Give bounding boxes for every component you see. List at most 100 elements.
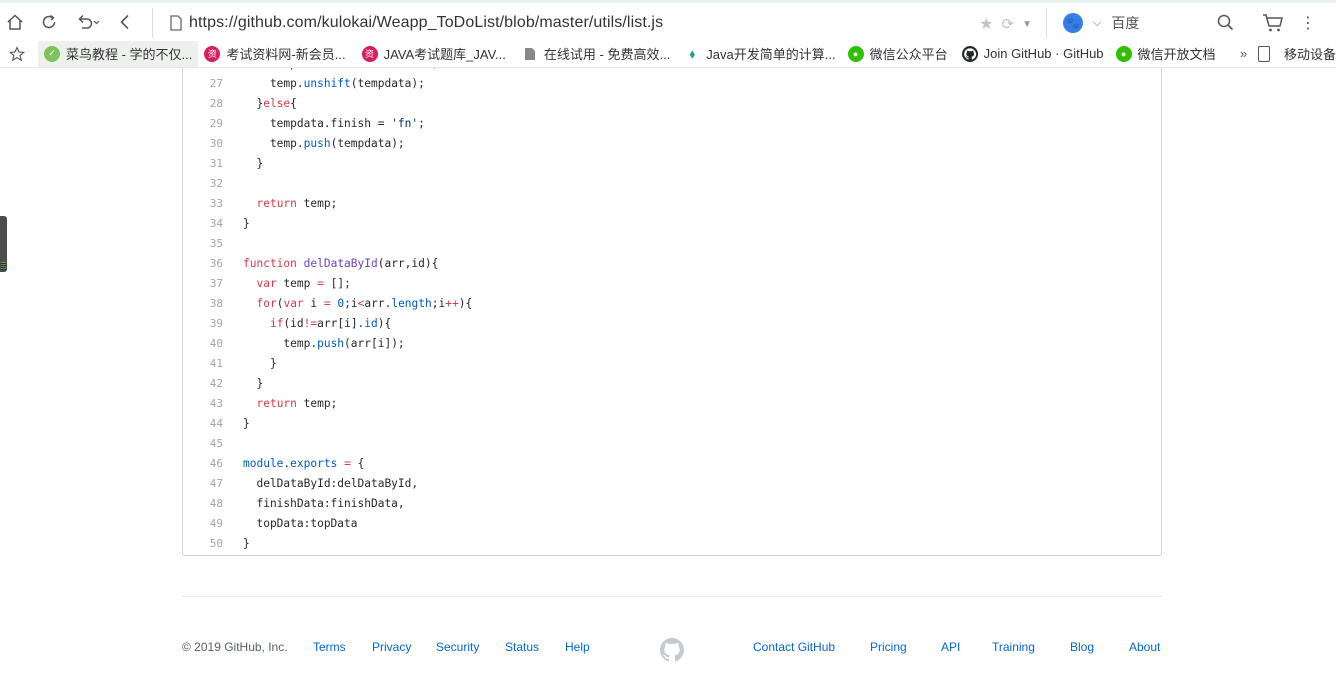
footer-link-status[interactable]: Status	[505, 640, 539, 654]
code-line: 42 }	[183, 374, 1161, 394]
line-number[interactable]: 40	[183, 334, 223, 354]
code-line: 44}	[183, 414, 1161, 434]
undo-close-tab-icon[interactable]	[74, 11, 104, 33]
line-number[interactable]: 47	[183, 474, 223, 494]
cart-icon[interactable]	[1262, 13, 1284, 38]
line-number[interactable]: 50	[183, 534, 223, 554]
line-number[interactable]: 27	[183, 74, 223, 94]
line-number[interactable]: 32	[183, 174, 223, 194]
home-icon[interactable]	[4, 11, 26, 33]
footer-divider	[182, 596, 1162, 597]
footer-link-privacy[interactable]: Privacy	[372, 640, 411, 654]
arrow-logo-icon: ⬧	[684, 45, 701, 62]
code-line: 30 temp.push(tempdata);	[183, 134, 1161, 154]
footer-link-security[interactable]: Security	[436, 640, 479, 654]
search-box[interactable]: 🐾 ⌵ 百度	[1046, 8, 1246, 38]
line-number[interactable]: 28	[183, 94, 223, 114]
baidu-paw-icon[interactable]: 🐾	[1063, 13, 1083, 33]
code-lines: 26 tempdata.finish = 'null'; 27 temp.uns…	[183, 68, 1161, 554]
red-logo-icon: 资	[361, 45, 378, 62]
line-number[interactable]: 42	[183, 374, 223, 394]
footer-link-about[interactable]: About	[1129, 640, 1160, 654]
bookmark-item[interactable]: Join GitHub · GitHub	[956, 41, 1110, 67]
mobile-bookmarks-button[interactable]: 移动设备书	[1258, 44, 1336, 63]
code-line: 28 }else{	[183, 94, 1161, 114]
line-number[interactable]: 30	[183, 134, 223, 154]
bookmarks-overflow-button[interactable]: »	[1240, 46, 1247, 61]
wechat-icon: ●	[1115, 45, 1132, 62]
line-number[interactable]: 45	[183, 434, 223, 454]
line-number[interactable]: 48	[183, 494, 223, 514]
line-number[interactable]: 33	[183, 194, 223, 214]
line-number[interactable]: 41	[183, 354, 223, 374]
bookmark-label: Join GitHub · GitHub	[983, 46, 1104, 61]
bookmark-item[interactable]: 资 JAVA考试题库_JAV...	[356, 41, 512, 67]
search-engine-label[interactable]: 百度	[1111, 13, 1139, 33]
line-number[interactable]: 31	[183, 154, 223, 174]
phone-icon	[1258, 45, 1270, 62]
grip-icon	[1, 262, 6, 270]
line-number[interactable]: 49	[183, 514, 223, 534]
footer-link-terms[interactable]: Terms	[313, 640, 346, 654]
code-line: 27 temp.unshift(tempdata);	[183, 74, 1161, 94]
code-line: 40 temp.push(arr[i]);	[183, 334, 1161, 354]
bookmark-star-icon[interactable]	[6, 45, 28, 62]
bookmark-item[interactable]: ● 微信开放文档	[1110, 41, 1222, 67]
line-number[interactable]: 34	[183, 214, 223, 234]
sidebar-toggle-handle[interactable]	[0, 216, 7, 272]
refresh-icon[interactable]	[38, 11, 60, 33]
back-icon[interactable]	[114, 11, 136, 33]
search-icon[interactable]	[1217, 14, 1234, 36]
footer-link-blog[interactable]: Blog	[1070, 640, 1094, 654]
compat-mode-icon[interactable]: ⟳	[1002, 15, 1015, 33]
github-mark-icon[interactable]	[660, 638, 684, 662]
bookmark-label: 考试资料网-新会员...	[226, 47, 346, 62]
chevron-down-icon[interactable]: ▼	[1022, 19, 1032, 30]
line-number[interactable]: 46	[183, 454, 223, 474]
line-number[interactable]: 43	[183, 394, 223, 414]
footer-copyright: © 2019 GitHub, Inc.	[182, 640, 288, 654]
url-text[interactable]: https://github.com/kulokai/Weapp_ToDoLis…	[189, 14, 663, 32]
footer-link-help[interactable]: Help	[565, 640, 590, 654]
footer-link-contact-github[interactable]: Contact GitHub	[753, 640, 835, 654]
line-number[interactable]: 39	[183, 314, 223, 334]
browser-toolbar: https://github.com/kulokai/Weapp_ToDoLis…	[0, 0, 1336, 40]
line-number[interactable]: 29	[183, 114, 223, 134]
code-line: 34}	[183, 214, 1161, 234]
bookmark-item[interactable]: ⬧ Java开发简单的计算...	[678, 41, 841, 67]
code-line: 45	[183, 434, 1161, 454]
bookmark-item[interactable]: ● 微信公众平台	[842, 41, 954, 67]
footer-link-api[interactable]: API	[941, 640, 960, 654]
bookmark-label: 在线试用 - 免费高效...	[543, 47, 671, 62]
code-line: 37 var temp = [];	[183, 274, 1161, 294]
favorite-star-icon[interactable]: ★	[979, 14, 993, 34]
chevron-down-icon[interactable]: ⌵	[1093, 17, 1101, 30]
code-line: 46 module.exports = {	[183, 454, 1161, 474]
code-line: 50}	[183, 534, 1161, 554]
line-number[interactable]: 44	[183, 414, 223, 434]
browser-status-bar	[1170, 678, 1336, 686]
code-line: 48 finishData:finishData,	[183, 494, 1161, 514]
bookmark-label: 菜鸟教程 - 学的不仅...	[66, 47, 193, 62]
line-number[interactable]: 38	[183, 294, 223, 314]
menu-icon[interactable]: ⋮	[1300, 13, 1316, 33]
runoob-icon: ✓	[44, 45, 60, 62]
wechat-icon: ●	[847, 45, 864, 62]
code-line: 43 return temp;	[183, 394, 1161, 414]
code-line: 32	[183, 174, 1161, 194]
line-number[interactable]: 35	[183, 234, 223, 254]
footer-link-pricing[interactable]: Pricing	[870, 640, 907, 654]
bookmark-item[interactable]: ✓ 菜鸟教程 - 学的不仅...	[38, 40, 199, 67]
footer-link-training[interactable]: Training	[992, 640, 1035, 654]
line-number[interactable]: 36	[183, 254, 223, 274]
code-line: 33 return temp;	[183, 194, 1161, 214]
address-bar[interactable]: https://github.com/kulokai/Weapp_ToDoLis…	[152, 8, 1040, 38]
bookmark-label: 微信开放文档	[1137, 47, 1216, 62]
bookmark-item[interactable]: 资 考试资料网-新会员...	[198, 41, 351, 67]
mobile-bookmarks-label: 移动设备书	[1284, 47, 1336, 62]
bookmarks-bar: ✓ 菜鸟教程 - 学的不仅... 资 考试资料网-新会员... 资 JAVA考试…	[0, 40, 1336, 68]
line-number[interactable]: 37	[183, 274, 223, 294]
bookmark-label: JAVA考试题库_JAV...	[383, 47, 506, 62]
code-line: 49 topData:topData	[183, 514, 1161, 534]
bookmark-item[interactable]: 在线试用 - 免费高效...	[516, 41, 676, 67]
